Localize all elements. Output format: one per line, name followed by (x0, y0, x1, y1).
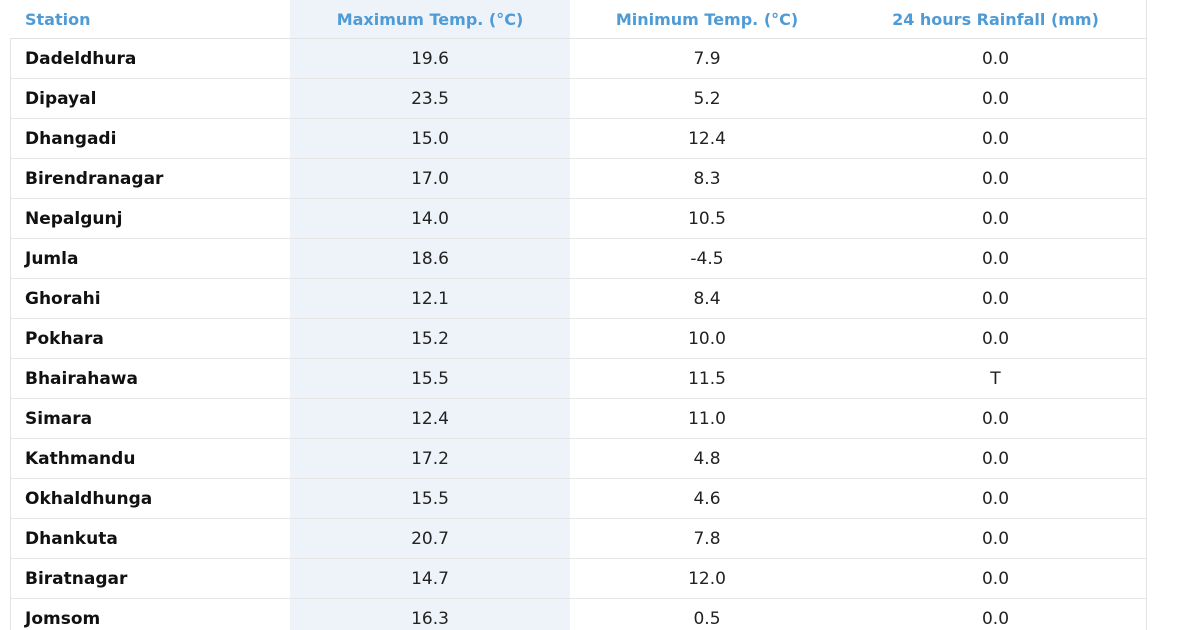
table-row: Nepalgunj 14.0 10.5 0.0 (10, 198, 1147, 239)
station-cell: Dipayal (10, 78, 290, 119)
min-temp-cell: 11.0 (570, 398, 844, 439)
station-cell: Biratnagar (10, 558, 290, 599)
table-row: Kathmandu 17.2 4.8 0.0 (10, 438, 1147, 479)
rainfall-cell: T (844, 358, 1147, 399)
table-row: Pokhara 15.2 10.0 0.0 (10, 318, 1147, 359)
min-temp-cell: 7.9 (570, 38, 844, 79)
table-row: Dipayal 23.5 5.2 0.0 (10, 78, 1147, 119)
station-cell: Simara (10, 398, 290, 439)
rainfall-cell: 0.0 (844, 278, 1147, 319)
max-temp-cell: 15.5 (290, 358, 570, 399)
header-rainfall[interactable]: 24 hours Rainfall (mm) (844, 0, 1147, 39)
rainfall-cell: 0.0 (844, 598, 1147, 630)
min-temp-cell: 4.8 (570, 438, 844, 479)
table-row: Ghorahi 12.1 8.4 0.0 (10, 278, 1147, 319)
station-cell: Pokhara (10, 318, 290, 359)
min-temp-cell: 10.0 (570, 318, 844, 359)
station-cell: Birendranagar (10, 158, 290, 199)
rainfall-cell: 0.0 (844, 78, 1147, 119)
min-temp-cell: 8.4 (570, 278, 844, 319)
table-body: Dadeldhura 19.6 7.9 0.0 Dipayal 23.5 5.2 0.0 Dha… (10, 38, 1147, 630)
min-temp-cell: -4.5 (570, 238, 844, 279)
rainfall-cell: 0.0 (844, 518, 1147, 559)
station-cell: Dhangadi (10, 118, 290, 159)
rainfall-cell: 0.0 (844, 118, 1147, 159)
max-temp-cell: 15.0 (290, 118, 570, 159)
rainfall-cell: 0.0 (844, 198, 1147, 239)
station-cell: Nepalgunj (10, 198, 290, 239)
max-temp-cell: 23.5 (290, 78, 570, 119)
min-temp-cell: 4.6 (570, 478, 844, 519)
table-left-border (10, 38, 11, 630)
max-temp-cell: 20.7 (290, 518, 570, 559)
table-row: Birendranagar 17.0 8.3 0.0 (10, 158, 1147, 199)
max-temp-cell: 17.0 (290, 158, 570, 199)
rainfall-cell: 0.0 (844, 478, 1147, 519)
station-cell: Bhairahawa (10, 358, 290, 399)
min-temp-cell: 8.3 (570, 158, 844, 199)
max-temp-cell: 16.3 (290, 598, 570, 630)
table-row: Dhangadi 15.0 12.4 0.0 (10, 118, 1147, 159)
station-cell: Ghorahi (10, 278, 290, 319)
header-station[interactable]: Station (10, 0, 290, 39)
rainfall-cell: 0.0 (844, 398, 1147, 439)
max-temp-cell: 15.5 (290, 478, 570, 519)
weather-table: Station Maximum Temp. (°C) Minimum Temp.… (10, 0, 1147, 630)
min-temp-cell: 0.5 (570, 598, 844, 630)
station-cell: Jomsom (10, 598, 290, 630)
min-temp-cell: 11.5 (570, 358, 844, 399)
max-temp-cell: 17.2 (290, 438, 570, 479)
max-temp-cell: 15.2 (290, 318, 570, 359)
max-temp-cell: 14.0 (290, 198, 570, 239)
header-min-temp[interactable]: Minimum Temp. (°C) (570, 0, 844, 39)
table-header-row: Station Maximum Temp. (°C) Minimum Temp.… (10, 0, 1147, 39)
rainfall-cell: 0.0 (844, 318, 1147, 359)
station-cell: Jumla (10, 238, 290, 279)
min-temp-cell: 10.5 (570, 198, 844, 239)
table-row: Jomsom 16.3 0.5 0.0 (10, 598, 1147, 630)
rainfall-cell: 0.0 (844, 38, 1147, 79)
station-cell: Dadeldhura (10, 38, 290, 79)
table-row: Simara 12.4 11.0 0.0 (10, 398, 1147, 439)
rainfall-cell: 0.0 (844, 158, 1147, 199)
table-row: Okhaldhunga 15.5 4.6 0.0 (10, 478, 1147, 519)
station-cell: Kathmandu (10, 438, 290, 479)
station-cell: Okhaldhunga (10, 478, 290, 519)
max-temp-cell: 14.7 (290, 558, 570, 599)
station-cell: Dhankuta (10, 518, 290, 559)
table-row: Biratnagar 14.7 12.0 0.0 (10, 558, 1147, 599)
min-temp-cell: 7.8 (570, 518, 844, 559)
rainfall-cell: 0.0 (844, 558, 1147, 599)
max-temp-cell: 12.4 (290, 398, 570, 439)
rainfall-cell: 0.0 (844, 238, 1147, 279)
table-row: Dadeldhura 19.6 7.9 0.0 (10, 38, 1147, 79)
header-max-temp[interactable]: Maximum Temp. (°C) (290, 0, 570, 39)
rainfall-cell: 0.0 (844, 438, 1147, 479)
max-temp-cell: 12.1 (290, 278, 570, 319)
min-temp-cell: 12.0 (570, 558, 844, 599)
table-row: Dhankuta 20.7 7.8 0.0 (10, 518, 1147, 559)
max-temp-cell: 19.6 (290, 38, 570, 79)
table-right-border (1146, 0, 1147, 630)
max-temp-cell: 18.6 (290, 238, 570, 279)
table-row: Bhairahawa 15.5 11.5 T (10, 358, 1147, 399)
table-row: Jumla 18.6 -4.5 0.0 (10, 238, 1147, 279)
weather-table-container: Station Maximum Temp. (°C) Minimum Temp.… (10, 0, 1147, 630)
min-temp-cell: 12.4 (570, 118, 844, 159)
min-temp-cell: 5.2 (570, 78, 844, 119)
